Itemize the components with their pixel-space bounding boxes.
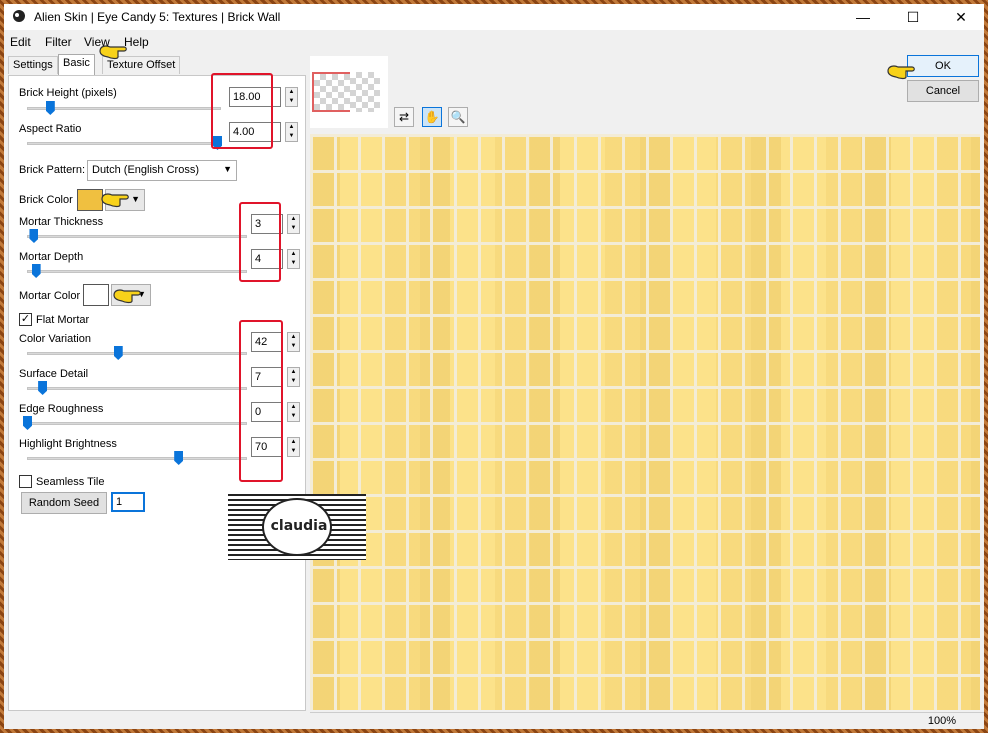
random-seed-button[interactable]: Random Seed — [21, 492, 107, 514]
brick-pattern-label: Brick Pattern: — [19, 164, 86, 176]
menu-filter[interactable]: Filter — [45, 35, 72, 49]
window-title: Alien Skin | Eye Candy 5: Textures | Bri… — [34, 10, 281, 24]
pointing-hand-icon — [101, 193, 129, 208]
highlight-brightness-slider-thumb[interactable] — [174, 451, 184, 465]
chevron-down-icon: ▼ — [131, 194, 140, 204]
mortar-depth-slider-thumb[interactable] — [31, 264, 41, 278]
brick-height-slider-thumb[interactable] — [45, 101, 55, 115]
color-variation-slider-track[interactable] — [27, 352, 247, 355]
basic-settings-panel: Brick Height (pixels) ▲▼ Aspect Ratio ▲▼… — [8, 73, 306, 711]
watermark-stamp: claudia — [228, 494, 366, 560]
minimize-button[interactable]: — — [840, 4, 886, 30]
color-variation-arrows[interactable]: ▲ ▼ — [287, 332, 300, 352]
up-arrow-icon[interactable]: ▲ — [286, 123, 297, 132]
menu-bar: Edit Filter View Help — [4, 32, 984, 52]
surface-detail-arrows[interactable]: ▲ ▼ — [287, 367, 300, 387]
menu-edit[interactable]: Edit — [10, 35, 31, 49]
seamless-tile-checkbox[interactable] — [19, 475, 32, 488]
up-arrow-icon[interactable]: ▲ — [288, 368, 299, 377]
watermark-logo: claudia — [262, 498, 332, 556]
pointing-hand-icon — [99, 45, 127, 60]
alien-skin-icon — [13, 10, 25, 22]
mortar-depth-label: Mortar Depth — [19, 251, 84, 263]
tab-basic[interactable]: Basic — [58, 54, 95, 75]
color-variation-slider-thumb[interactable] — [113, 346, 123, 360]
down-arrow-icon[interactable]: ▼ — [288, 447, 299, 456]
edge-roughness-arrows[interactable]: ▲ ▼ — [287, 402, 300, 422]
surface-detail-label: Surface Detail — [19, 368, 89, 380]
highlight-box-brick-size — [211, 73, 273, 149]
down-arrow-icon[interactable]: ▼ — [286, 97, 297, 106]
brick-height-arrows[interactable]: ▲ ▼ — [285, 87, 298, 107]
down-arrow-icon[interactable]: ▼ — [286, 132, 297, 141]
mortar-color-swatch[interactable] — [83, 284, 109, 306]
zoom-level: 100% — [927, 715, 956, 727]
hand-tool-icon[interactable]: ✋ — [422, 107, 442, 127]
title-bar: Alien Skin | Eye Candy 5: Textures | Bri… — [4, 4, 984, 30]
flat-mortar-checkbox[interactable]: ✓ — [19, 313, 32, 326]
tab-settings[interactable]: Settings — [8, 56, 58, 74]
close-button[interactable]: ✕ — [938, 4, 984, 30]
ok-button[interactable]: OK — [907, 55, 979, 77]
up-arrow-icon[interactable]: ▲ — [288, 438, 299, 447]
aspect-ratio-label: Aspect Ratio — [19, 123, 82, 135]
up-arrow-icon[interactable]: ▲ — [288, 250, 299, 259]
mortar-thickness-slider-thumb[interactable] — [29, 229, 39, 243]
brick-wall-preview[interactable] — [310, 134, 980, 710]
down-arrow-icon[interactable]: ▼ — [288, 377, 299, 386]
up-arrow-icon[interactable]: ▲ — [288, 333, 299, 342]
brick-color-label: Brick Color — [19, 194, 73, 206]
down-arrow-icon[interactable]: ▼ — [288, 259, 299, 268]
mortar-thickness-arrows[interactable]: ▲ ▼ — [287, 214, 300, 234]
highlight-brightness-label: Highlight Brightness — [19, 438, 117, 450]
highlight-box-mortar — [239, 202, 281, 282]
navigator-thumbnail[interactable] — [310, 56, 388, 128]
brick-pattern-select[interactable]: Dutch (English Cross) ▼ — [87, 160, 237, 181]
down-arrow-icon[interactable]: ▼ — [288, 412, 299, 421]
down-arrow-icon[interactable]: ▼ — [288, 342, 299, 351]
color-variation-label: Color Variation — [19, 333, 91, 345]
surface-detail-slider-thumb[interactable] — [38, 381, 48, 395]
random-seed-input[interactable] — [111, 492, 145, 512]
aspect-ratio-arrows[interactable]: ▲ ▼ — [285, 122, 298, 142]
brick-pattern-value: Dutch (English Cross) — [92, 164, 199, 176]
up-arrow-icon[interactable]: ▲ — [288, 215, 299, 224]
down-arrow-icon[interactable]: ▼ — [288, 224, 299, 233]
brick-height-label: Brick Height (pixels) — [19, 87, 117, 99]
cancel-button[interactable]: Cancel — [907, 80, 979, 102]
up-arrow-icon[interactable]: ▲ — [286, 88, 297, 97]
highlight-box-surface — [239, 320, 283, 482]
highlight-brightness-arrows[interactable]: ▲ ▼ — [287, 437, 300, 457]
mortar-thickness-slider-track[interactable] — [27, 235, 247, 238]
mortar-color-label: Mortar Color — [19, 290, 81, 302]
seamless-tile-label: Seamless Tile — [36, 476, 105, 488]
edge-roughness-label: Edge Roughness — [19, 403, 104, 415]
up-arrow-icon[interactable]: ▲ — [288, 403, 299, 412]
flat-mortar-label: Flat Mortar — [36, 314, 90, 326]
edge-roughness-slider-thumb[interactable] — [23, 416, 32, 430]
watermark-text: claudia — [270, 518, 328, 534]
aspect-ratio-slider-track[interactable] — [27, 142, 221, 145]
pointing-hand-icon — [113, 289, 141, 304]
chevron-down-icon: ▼ — [223, 164, 232, 174]
compare-tool-icon[interactable]: ⇄ — [394, 107, 414, 127]
status-bar: 100% — [310, 712, 984, 729]
pointing-hand-icon — [887, 65, 915, 80]
highlight-brightness-slider-track[interactable] — [27, 457, 247, 460]
brick-height-slider-track[interactable] — [27, 107, 221, 110]
mortar-depth-arrows[interactable]: ▲ ▼ — [287, 249, 300, 269]
eye-candy-window: Alien Skin | Eye Candy 5: Textures | Bri… — [4, 4, 984, 729]
mortar-thickness-label: Mortar Thickness — [19, 216, 104, 228]
surface-detail-slider-track[interactable] — [27, 387, 247, 390]
mortar-depth-slider-track[interactable] — [27, 270, 247, 273]
maximize-button[interactable]: ☐ — [890, 4, 936, 30]
zoom-tool-icon[interactable]: 🔍 — [448, 107, 468, 127]
thumbnail-checker — [350, 72, 380, 112]
edge-roughness-slider-track[interactable] — [27, 422, 247, 425]
